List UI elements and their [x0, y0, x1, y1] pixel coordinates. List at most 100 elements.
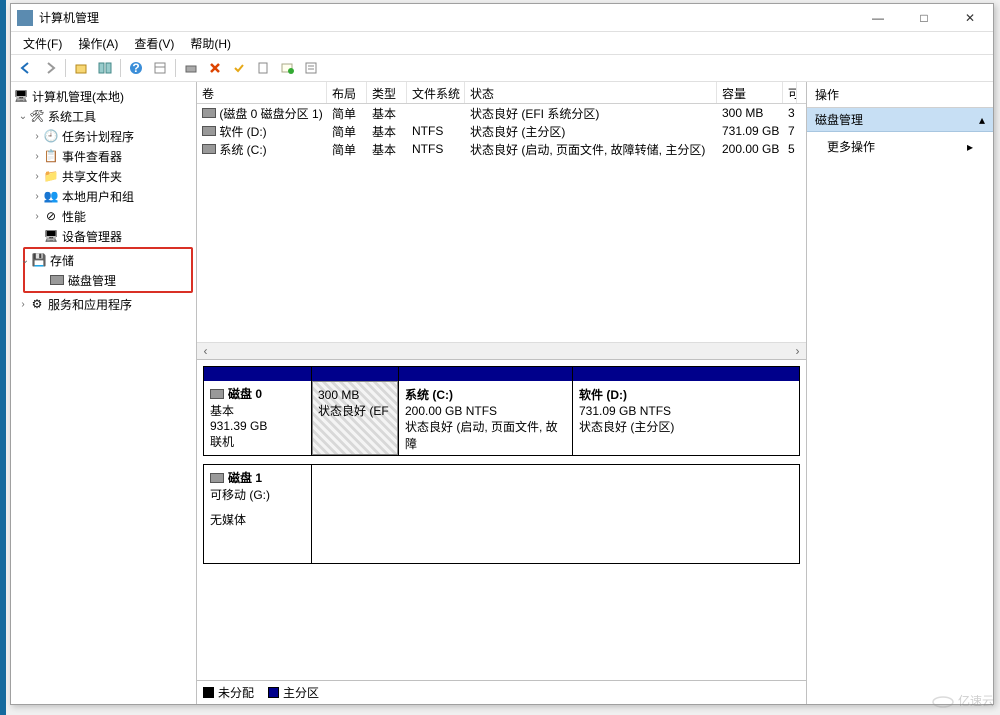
minimize-button[interactable]: —: [855, 4, 901, 32]
disk-partitions-empty: [312, 465, 799, 563]
properties-button[interactable]: [149, 57, 171, 79]
delete-button[interactable]: [204, 57, 226, 79]
expand-icon[interactable]: ›: [31, 191, 43, 202]
collapse-icon[interactable]: ▴: [979, 113, 985, 127]
close-button[interactable]: ✕: [947, 4, 993, 32]
partition-d[interactable]: 软件 (D:) 731.09 GB NTFS 状态良好 (主分区): [572, 367, 799, 455]
volume-icon: [202, 144, 216, 154]
refresh-button[interactable]: [180, 57, 202, 79]
expand-icon[interactable]: ›: [17, 299, 29, 310]
users-icon: 👥: [43, 189, 59, 203]
tree-event[interactable]: › 📋 事件查看器: [11, 146, 196, 166]
menu-action[interactable]: 操作(A): [72, 33, 124, 54]
clock-icon: 🕘: [43, 129, 59, 143]
volume-row[interactable]: (磁盘 0 磁盘分区 1) 简单 基本 状态良好 (EFI 系统分区) 300 …: [197, 104, 806, 122]
tree-users[interactable]: › 👥 本地用户和组: [11, 186, 196, 206]
separator: [65, 59, 66, 77]
disk-row-0[interactable]: 磁盘 0 基本 931.39 GB 联机 300 MB 状态良好 (EF: [203, 366, 800, 456]
tree-task[interactable]: › 🕘 任务计划程序: [11, 126, 196, 146]
expand-icon[interactable]: ›: [31, 211, 43, 222]
expand-icon[interactable]: ›: [31, 171, 43, 182]
col-fs[interactable]: 文件系统: [407, 82, 465, 103]
partition-bar: [399, 367, 572, 381]
highlight-box: ⌄ 💾 存储 磁盘管理: [23, 247, 193, 293]
tree-root[interactable]: 🖥 计算机管理(本地): [11, 86, 196, 106]
legend-unallocated: 未分配: [203, 684, 254, 701]
tree-storage[interactable]: ⌄ 💾 存储: [25, 250, 191, 270]
window-controls: — □ ✕: [855, 4, 993, 32]
col-layout[interactable]: 布局: [327, 82, 367, 103]
event-icon: 📋: [43, 149, 59, 163]
col-volume[interactable]: 卷: [197, 82, 327, 103]
disk-map: 磁盘 0 基本 931.39 GB 联机 300 MB 状态良好 (EF: [197, 360, 806, 680]
menu-file[interactable]: 文件(F): [17, 33, 68, 54]
toolbar: ?: [11, 54, 993, 82]
center-pane: 卷 布局 类型 文件系统 状态 容量 可 (磁盘 0 磁盘分区 1) 简单 基本…: [197, 82, 807, 704]
back-button[interactable]: [15, 57, 37, 79]
desktop-left-dock: [0, 0, 6, 715]
actions-pane: 操作 磁盘管理 ▴ 更多操作 ▸: [807, 82, 993, 704]
device-icon: 🖥: [43, 229, 59, 243]
app-icon: [17, 10, 33, 26]
col-status[interactable]: 状态: [465, 82, 717, 103]
volume-icon: [202, 126, 216, 136]
volume-header: 卷 布局 类型 文件系统 状态 容量 可: [197, 82, 806, 104]
storage-icon: 💾: [31, 253, 47, 267]
volume-row[interactable]: 软件 (D:) 简单 基本 NTFS 状态良好 (主分区) 731.09 GB …: [197, 122, 806, 140]
tree-devmgr[interactable]: 🖥 设备管理器: [11, 226, 196, 246]
col-type[interactable]: 类型: [367, 82, 407, 103]
tree-share[interactable]: › 📁 共享文件夹: [11, 166, 196, 186]
disk-icon: [49, 273, 65, 287]
up-button[interactable]: [70, 57, 92, 79]
new-button[interactable]: [252, 57, 274, 79]
titlebar[interactable]: 计算机管理 — □ ✕: [11, 4, 993, 32]
scroll-right-icon[interactable]: ›: [789, 343, 806, 360]
h-scrollbar[interactable]: ‹ ›: [197, 342, 806, 359]
partition-bar: [312, 367, 398, 381]
body: 🖥 计算机管理(本地) ⌄ 🛠 系统工具 › 🕘 任务计划程序 › 📋 事件查看…: [11, 82, 993, 704]
tree-services[interactable]: › ⚙ 服务和应用程序: [11, 294, 196, 314]
separator: [175, 59, 176, 77]
col-capacity[interactable]: 容量: [717, 82, 783, 103]
swatch-black: [203, 687, 214, 698]
volume-row[interactable]: 系统 (C:) 简单 基本 NTFS 状态良好 (启动, 页面文件, 故障转储,…: [197, 140, 806, 158]
volume-list: 卷 布局 类型 文件系统 状态 容量 可 (磁盘 0 磁盘分区 1) 简单 基本…: [197, 82, 806, 360]
cloud-icon: [932, 694, 954, 708]
tree-systools[interactable]: ⌄ 🛠 系统工具: [11, 106, 196, 126]
disk-info: 磁盘 0 基本 931.39 GB 联机: [204, 367, 312, 455]
more-actions[interactable]: 更多操作 ▸: [807, 132, 993, 161]
show-hide-button[interactable]: [94, 57, 116, 79]
computer-icon: 🖥: [13, 89, 29, 103]
menubar: 文件(F) 操作(A) 查看(V) 帮助(H): [11, 32, 993, 54]
check-button[interactable]: [228, 57, 250, 79]
scroll-track[interactable]: [214, 343, 789, 360]
scroll-left-icon[interactable]: ‹: [197, 343, 214, 360]
share-icon: 📁: [43, 169, 59, 183]
maximize-button[interactable]: □: [901, 4, 947, 32]
actions-band[interactable]: 磁盘管理 ▴: [807, 108, 993, 132]
list-button[interactable]: [300, 57, 322, 79]
expand-icon[interactable]: ›: [31, 131, 43, 142]
menu-view[interactable]: 查看(V): [128, 33, 180, 54]
nav-tree[interactable]: 🖥 计算机管理(本地) ⌄ 🛠 系统工具 › 🕘 任务计划程序 › 📋 事件查看…: [11, 82, 197, 704]
collapse-icon[interactable]: ⌄: [17, 111, 29, 122]
volume-icon: [202, 108, 216, 118]
help-button[interactable]: ?: [125, 57, 147, 79]
collapse-icon[interactable]: ⌄: [19, 255, 31, 266]
forward-button[interactable]: [39, 57, 61, 79]
partition-efi[interactable]: 300 MB 状态良好 (EF: [312, 367, 398, 455]
app-window: 计算机管理 — □ ✕ 文件(F) 操作(A) 查看(V) 帮助(H) ?: [10, 3, 994, 705]
col-free[interactable]: 可: [783, 82, 797, 103]
watermark: 亿速云: [932, 692, 994, 709]
tree-diskmgmt[interactable]: 磁盘管理: [25, 270, 191, 290]
disk-row-1[interactable]: 磁盘 1 可移动 (G:) 无媒体: [203, 464, 800, 564]
swatch-blue: [268, 687, 279, 698]
tree-perf[interactable]: › ⊘ 性能: [11, 206, 196, 226]
separator: [120, 59, 121, 77]
action-button[interactable]: [276, 57, 298, 79]
menu-help[interactable]: 帮助(H): [184, 33, 237, 54]
window-title: 计算机管理: [39, 9, 855, 26]
expand-icon[interactable]: ›: [31, 151, 43, 162]
svg-text:?: ?: [132, 61, 139, 75]
partition-c[interactable]: 系统 (C:) 200.00 GB NTFS 状态良好 (启动, 页面文件, 故…: [398, 367, 572, 455]
